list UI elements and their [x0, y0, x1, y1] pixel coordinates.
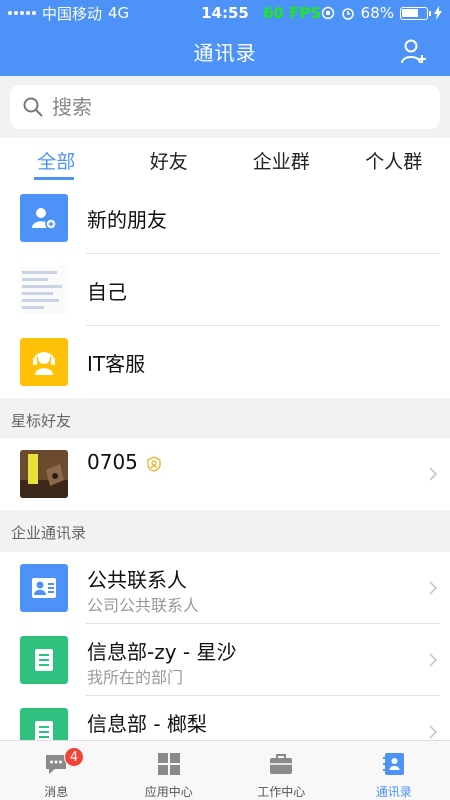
- list-item-department-xingsha[interactable]: 信息部-zy - 星沙 我所在的部门: [0, 624, 450, 696]
- list-item-it-support[interactable]: IT客服: [0, 326, 450, 398]
- list-item-title: 0705: [87, 450, 138, 474]
- tab-label: 消息: [44, 785, 69, 799]
- briefcase-icon: [270, 754, 293, 774]
- status-bar: 中国移动 4G 14:55 60 FPS 68%: [0, 0, 450, 26]
- apps-grid-icon: [157, 753, 180, 775]
- chevron-right-icon: [429, 581, 438, 595]
- carrier-label: 中国移动: [42, 4, 103, 23]
- verified-badge-icon: [147, 455, 161, 472]
- list-item-contact-0705[interactable]: 0705: [0, 438, 450, 510]
- section-header-starred: 星标好友: [0, 398, 450, 440]
- chevron-right-icon: [429, 467, 438, 481]
- tab-app-center[interactable]: 应用中心: [113, 741, 226, 800]
- tab-all[interactable]: 全部: [0, 138, 113, 182]
- search-input[interactable]: [52, 95, 412, 119]
- list-item-self[interactable]: 自己: [0, 254, 450, 326]
- public-contacts-icon: [20, 564, 68, 612]
- battery-percent: 68%: [360, 4, 394, 22]
- list-item-title: 公共联系人: [87, 568, 187, 592]
- tab-personal-groups[interactable]: 个人群: [338, 138, 450, 182]
- list-item-title: 信息部-zy - 星沙: [87, 640, 237, 664]
- fps-counter: 60 FPS: [263, 4, 322, 22]
- tab-enterprise-groups[interactable]: 企业群: [225, 138, 338, 182]
- list-item-subtitle: 我所在的部门: [87, 668, 184, 687]
- chevron-right-icon: [429, 653, 438, 667]
- list-item-public-contacts[interactable]: 公共联系人 公司公共联系人: [0, 552, 450, 624]
- search-icon: [23, 97, 43, 117]
- alarm-icon: [341, 8, 354, 20]
- nav-bar: 通讯录: [0, 26, 450, 76]
- contact-name-row: 0705: [87, 450, 162, 474]
- contact-photo: [20, 450, 68, 498]
- page-title: 通讯录: [193, 40, 257, 65]
- list-item-title: 自己: [87, 280, 127, 304]
- battery-icon: [400, 6, 431, 20]
- customer-service-icon: [20, 338, 68, 386]
- tab-messages[interactable]: 4 消息: [0, 741, 113, 800]
- search-box[interactable]: [10, 85, 440, 129]
- tab-label: 应用中心: [144, 785, 193, 799]
- tab-contacts[interactable]: 通讯录: [338, 741, 450, 800]
- orientation-lock-icon: [321, 6, 334, 20]
- list-item-new-friends[interactable]: 新的朋友: [0, 182, 450, 254]
- list-item-title: IT客服: [87, 352, 146, 376]
- section-header-enterprise: 企业通讯录: [0, 510, 450, 552]
- bottom-tab-bar: 4 消息 应用中心 工作中心 通讯录: [0, 740, 450, 800]
- chevron-right-icon: [429, 725, 438, 739]
- tab-friends[interactable]: 好友: [113, 138, 226, 182]
- charging-icon: [434, 6, 442, 20]
- tab-label: 工作中心: [257, 785, 306, 799]
- list-item-subtitle: 公司公共联系人: [87, 596, 200, 615]
- unread-badge: 4: [64, 747, 84, 767]
- list-item-title: 新的朋友: [87, 208, 167, 232]
- signal-icon: [8, 11, 36, 15]
- list-item-title: 信息部 - 榔梨: [87, 712, 207, 736]
- tab-label: 通讯录: [375, 785, 412, 799]
- add-contact-icon[interactable]: [400, 37, 428, 65]
- add-friend-icon: [20, 194, 68, 242]
- network-label: 4G: [108, 4, 130, 22]
- contacts-book-icon: [382, 753, 404, 775]
- search-bar: [0, 76, 450, 138]
- category-tabs: 全部 好友 企业群 个人群: [0, 138, 450, 182]
- department-icon: [20, 636, 68, 684]
- self-thumbnail: [20, 266, 68, 314]
- tab-work-center[interactable]: 工作中心: [225, 741, 338, 800]
